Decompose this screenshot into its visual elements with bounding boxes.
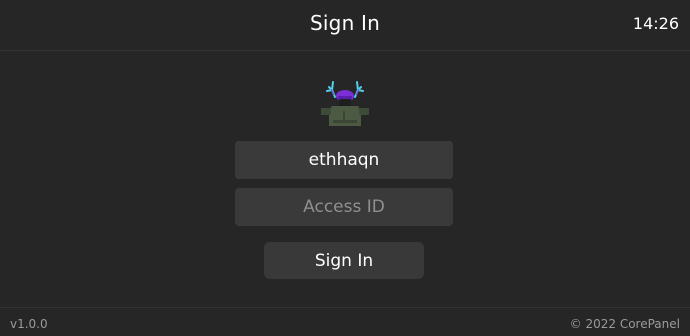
header-bar: Sign In 14:26 [0,0,690,51]
sign-in-button[interactable]: Sign In [264,242,424,279]
clock-time: 14:26 [632,14,679,33]
copyright-label: © 2022 CorePanel [569,317,680,331]
username-field[interactable]: ethhaqn [235,141,453,179]
access-id-field[interactable]: Access ID [235,188,453,226]
avatar-antlers-icon [321,81,369,126]
footer-bar: v1.0.0 © 2022 CorePanel [0,307,690,336]
version-label: v1.0.0 [10,317,48,331]
page-title: Sign In [310,11,380,35]
